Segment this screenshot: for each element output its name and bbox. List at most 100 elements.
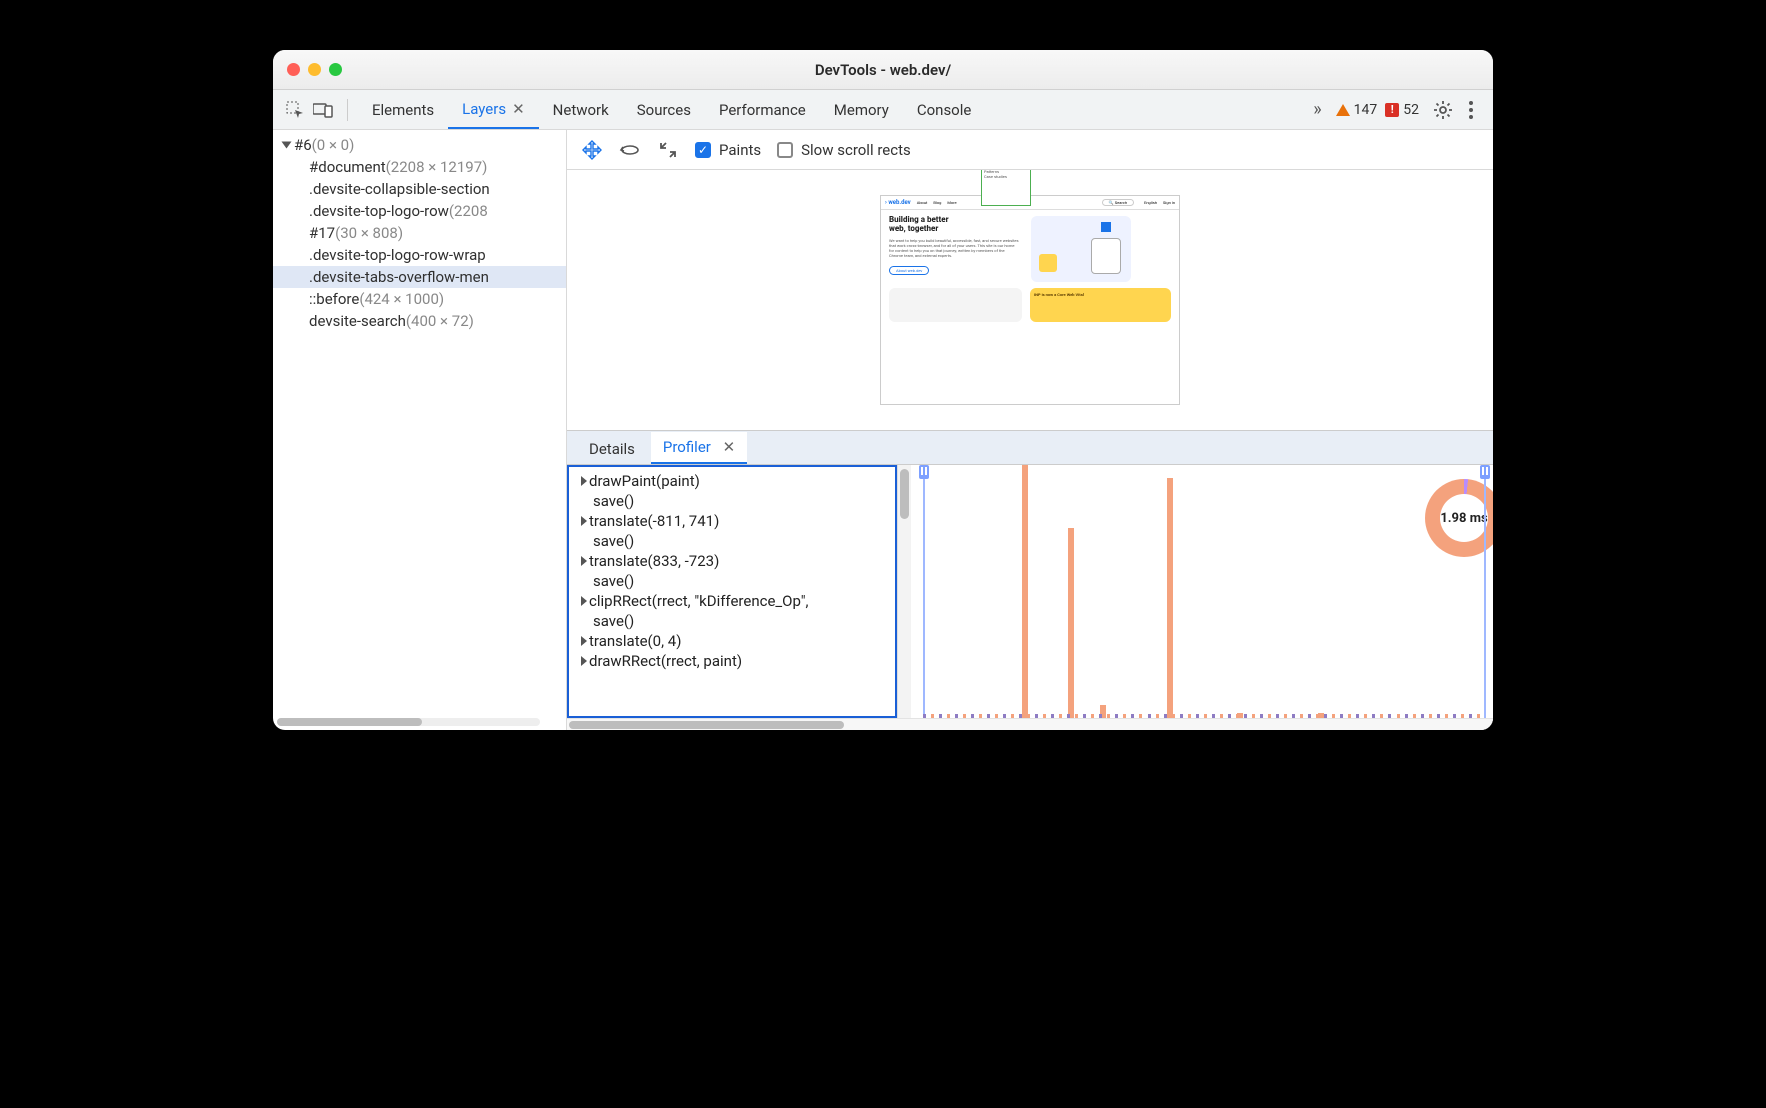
tree-item[interactable]: #17(30 × 808) xyxy=(273,222,566,244)
content-area: #6 (0 × 0) #document(2208 × 12197).devsi… xyxy=(273,130,1493,730)
tree-item[interactable]: ::before(424 × 1000) xyxy=(273,288,566,310)
timeline-bar[interactable] xyxy=(1022,465,1028,718)
timeline-marker[interactable] xyxy=(1484,465,1486,718)
timeline-marker[interactable] xyxy=(923,465,925,718)
log-item[interactable]: save() xyxy=(571,531,893,551)
tab-performance[interactable]: Performance xyxy=(705,90,820,129)
tree-dims: (400 × 72) xyxy=(406,312,474,330)
paint-timeline[interactable]: 1.98 ms xyxy=(911,465,1493,718)
log-item[interactable]: translate(-811, 741) xyxy=(571,511,893,531)
tree-label: #6 xyxy=(294,136,312,154)
tree-label: ::before xyxy=(309,290,359,308)
log-text: translate(833, -723) xyxy=(589,552,719,570)
sidebar-h-scrollbar[interactable] xyxy=(277,718,540,726)
tab-console[interactable]: Console xyxy=(903,90,986,129)
inspect-icon[interactable] xyxy=(281,96,309,124)
log-item[interactable]: clipRRect(rrect, "kDifference_Op", xyxy=(571,591,893,611)
pause-icon xyxy=(921,467,927,475)
tab-memory[interactable]: Memory xyxy=(820,90,903,129)
preview-signin: Sign in xyxy=(1163,200,1175,205)
sub-tabs: Details Profiler ✕ xyxy=(567,431,1493,465)
close-icon[interactable] xyxy=(287,63,300,76)
errors-badge[interactable]: ! 52 xyxy=(1385,102,1419,118)
log-item[interactable]: drawPaint(paint) xyxy=(571,471,893,491)
close-subtab-icon[interactable]: ✕ xyxy=(723,438,736,456)
log-text: drawRRect(rrect, paint) xyxy=(589,652,742,670)
disclosure-icon[interactable] xyxy=(581,656,587,666)
layers-toolbar: ✓ Paints Slow scroll rects xyxy=(567,130,1493,170)
close-tab-icon[interactable]: ✕ xyxy=(512,100,525,118)
tree-item[interactable]: .devsite-top-logo-row(2208 xyxy=(273,200,566,222)
minimize-icon[interactable] xyxy=(308,63,321,76)
window-title: DevTools - web.dev/ xyxy=(815,61,951,79)
log-item[interactable]: translate(833, -723) xyxy=(571,551,893,571)
reset-view-icon[interactable] xyxy=(657,139,679,161)
tab-label: Layers xyxy=(462,100,506,118)
timeline-bar[interactable] xyxy=(1167,478,1173,718)
disclosure-icon[interactable] xyxy=(581,516,587,526)
checkbox-empty-icon xyxy=(777,142,793,158)
main-tabbar: Elements Layers ✕ Network Sources Perfor… xyxy=(273,90,1493,130)
paint-log-list[interactable]: drawPaint(paint)save()translate(-811, 74… xyxy=(567,465,897,718)
tab-sources[interactable]: Sources xyxy=(623,90,705,129)
subtab-label: Profiler xyxy=(663,438,711,456)
tree-label: .devsite-tabs-overflow-men xyxy=(309,268,489,286)
tab-network[interactable]: Network xyxy=(539,90,623,129)
preview-h1-b: web, together xyxy=(889,225,1019,234)
tree-label: #17 xyxy=(309,224,335,242)
preview-nav-2: More xyxy=(947,200,956,205)
log-item[interactable]: drawRRect(rrect, paint) xyxy=(571,651,893,671)
settings-gear-icon[interactable] xyxy=(1429,96,1457,124)
titlebar[interactable]: DevTools - web.dev/ xyxy=(273,50,1493,90)
preview-nav-1: Blog xyxy=(933,200,941,205)
disclosure-icon[interactable] xyxy=(581,556,587,566)
layers-tree[interactable]: #6 (0 × 0) #document(2208 × 12197).devsi… xyxy=(273,130,566,336)
tree-item[interactable]: .devsite-collapsible-section xyxy=(273,178,566,200)
device-toggle-icon[interactable] xyxy=(309,96,337,124)
slow-scroll-label: Slow scroll rects xyxy=(801,141,911,159)
log-h-scrollbar[interactable] xyxy=(567,718,911,730)
tree-item[interactable]: #document(2208 × 12197) xyxy=(273,156,566,178)
disclosure-icon[interactable] xyxy=(581,476,587,486)
subtab-details[interactable]: Details xyxy=(577,434,647,464)
main-pane: ✓ Paints Slow scroll rects › web.dev Abo… xyxy=(567,130,1493,730)
tree-root[interactable]: #6 (0 × 0) xyxy=(273,134,566,156)
log-text: translate(0, 4) xyxy=(589,632,681,650)
subtab-profiler[interactable]: Profiler ✕ xyxy=(651,432,747,464)
tree-dims: (424 × 1000) xyxy=(359,290,444,308)
disclosure-icon[interactable] xyxy=(581,636,587,646)
preview-card-left xyxy=(889,288,1022,322)
warnings-badge[interactable]: 147 xyxy=(1336,102,1378,118)
kebab-menu-icon[interactable] xyxy=(1457,96,1485,124)
log-v-scrollbar[interactable] xyxy=(897,465,911,718)
tab-elements[interactable]: Elements xyxy=(358,90,448,129)
slow-scroll-checkbox[interactable]: Slow scroll rects xyxy=(777,141,911,159)
paints-checkbox[interactable]: ✓ Paints xyxy=(695,141,761,159)
pan-icon[interactable] xyxy=(581,139,603,161)
disclosure-icon[interactable] xyxy=(581,596,587,606)
log-text: translate(-811, 741) xyxy=(589,512,719,530)
timeline-bar[interactable] xyxy=(1068,528,1074,718)
devtools-window: DevTools - web.dev/ Elements Layers ✕ Ne… xyxy=(273,50,1493,730)
log-text: save() xyxy=(593,492,634,510)
log-text: save() xyxy=(593,612,634,630)
more-tabs-icon[interactable]: » xyxy=(1307,99,1327,120)
log-item[interactable]: save() xyxy=(571,491,893,511)
preview-lang: English xyxy=(1144,200,1157,205)
log-item[interactable]: translate(0, 4) xyxy=(571,631,893,651)
tree-item[interactable]: .devsite-top-logo-row-wrap xyxy=(273,244,566,266)
tab-layers[interactable]: Layers ✕ xyxy=(448,90,539,129)
tree-item[interactable]: .devsite-tabs-overflow-men xyxy=(273,266,566,288)
profiler-body: drawPaint(paint)save()translate(-811, 74… xyxy=(567,465,1493,718)
tree-dims: (2208 × 12197) xyxy=(386,158,488,176)
log-item[interactable]: save() xyxy=(571,571,893,591)
rotate-icon[interactable] xyxy=(619,139,641,161)
separator xyxy=(347,99,348,121)
tree-item[interactable]: devsite-search(400 × 72) xyxy=(273,310,566,332)
timeline-h-scrollbar[interactable] xyxy=(911,718,1493,730)
layers-3d-viewport[interactable]: › web.dev About Blog More 🔍 Search Engli… xyxy=(567,170,1493,430)
log-item[interactable]: save() xyxy=(571,611,893,631)
zoom-icon[interactable] xyxy=(329,63,342,76)
disclosure-icon[interactable] xyxy=(282,142,292,149)
preview-hero-p: We want to help you build beautiful, acc… xyxy=(889,238,1019,258)
